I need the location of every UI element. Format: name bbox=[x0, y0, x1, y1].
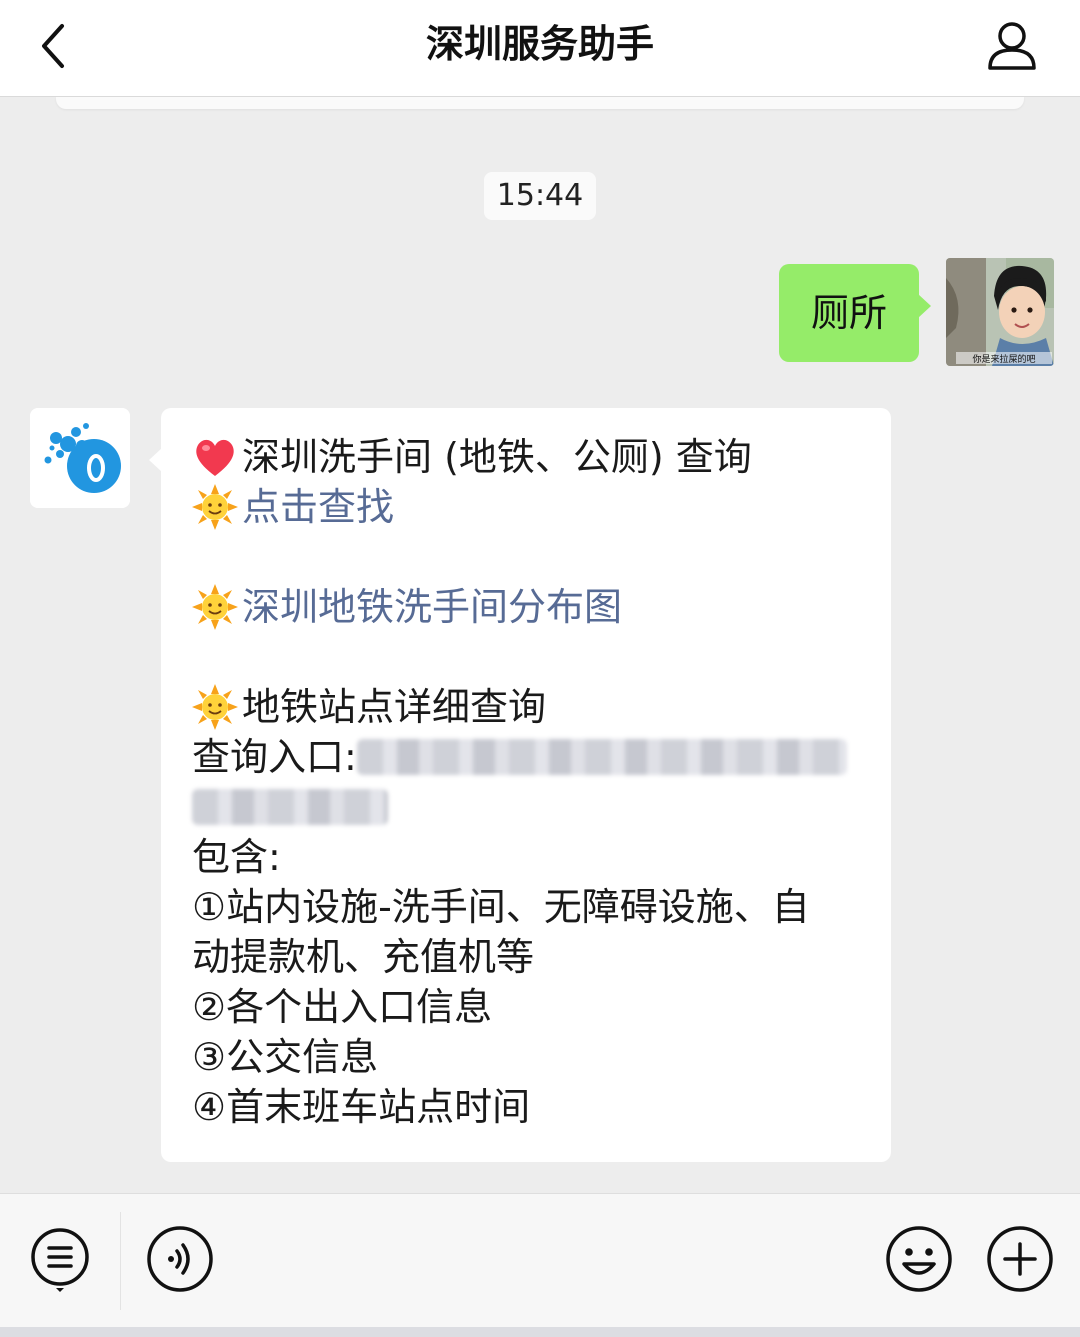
pinned-strip bbox=[56, 97, 1024, 109]
redacted-link[interactable] bbox=[192, 789, 388, 825]
entry-row: 查询入口: bbox=[192, 732, 872, 782]
user-avatar[interactable]: 你是来拉屎的吧 bbox=[946, 258, 1054, 366]
bubble-tail bbox=[918, 294, 931, 318]
include-item: ③公交信息 bbox=[192, 1035, 379, 1079]
menu-button[interactable] bbox=[25, 1224, 95, 1294]
heading-text: 深圳洗手间 (地铁、公厕) 查询 bbox=[242, 435, 752, 479]
bubble-tail bbox=[149, 448, 162, 472]
search-toilet-link[interactable]: 点击查找 bbox=[242, 482, 394, 532]
include-item: ②各个出入口信息 bbox=[192, 985, 493, 1029]
entry-label: 查询入口: bbox=[192, 735, 357, 779]
emoji-button[interactable] bbox=[884, 1224, 954, 1294]
section-row: 地铁站点详细查询 bbox=[192, 682, 872, 732]
redacted-link[interactable] bbox=[356, 739, 847, 775]
bot-message-text: 深圳洗手间 (地铁、公厕) 查询 点击查找 深圳地铁洗手间分布图 地铁站点详细查… bbox=[192, 432, 872, 1132]
divider bbox=[120, 1212, 121, 1310]
bot-logo-icon bbox=[30, 408, 130, 508]
chat-area[interactable]: 15:44 厕所 你是来拉屎的吧 深圳洗手间 (地铁、公厕) 查询 点击查找 深… bbox=[0, 110, 1080, 1192]
emoji-icon bbox=[886, 1226, 952, 1292]
entry-row-continued bbox=[192, 782, 872, 832]
voice-icon bbox=[147, 1226, 213, 1292]
home-indicator-area bbox=[0, 1327, 1080, 1337]
include-item: ④首末班车站点时间 bbox=[192, 1085, 531, 1129]
message-heading: 深圳洗手间 (地铁、公厕) 查询 bbox=[192, 432, 872, 482]
section-title: 地铁站点详细查询 bbox=[242, 685, 547, 729]
heart-icon bbox=[196, 439, 234, 476]
metro-map-link[interactable]: 深圳地铁洗手间分布图 bbox=[242, 582, 622, 632]
avatar-photo: 你是来拉屎的吧 bbox=[946, 258, 1054, 366]
link-row: 深圳地铁洗手间分布图 bbox=[192, 582, 872, 632]
include-item: ①站内设施-洗手间、无障碍设施、自 bbox=[192, 885, 810, 929]
profile-button[interactable] bbox=[984, 18, 1040, 74]
person-icon bbox=[988, 22, 1036, 70]
link-row: 点击查找 bbox=[192, 482, 872, 532]
bot-message-bubble[interactable]: 深圳洗手间 (地铁、公厕) 查询 点击查找 深圳地铁洗手间分布图 地铁站点详细查… bbox=[149, 408, 891, 1162]
nav-bar: 深圳服务助手 bbox=[0, 0, 1080, 97]
chat-title: 深圳服务助手 bbox=[425, 22, 654, 66]
sun-icon bbox=[192, 584, 238, 630]
bot-avatar[interactable] bbox=[30, 408, 130, 508]
includes-label: 包含: bbox=[192, 835, 281, 879]
message-timestamp: 15:44 bbox=[484, 172, 596, 220]
menu-icon bbox=[31, 1228, 89, 1292]
sun-icon bbox=[192, 484, 238, 530]
avatar-caption: 你是来拉屎的吧 bbox=[972, 353, 1035, 365]
more-button[interactable] bbox=[985, 1224, 1055, 1294]
user-message-bubble[interactable]: 厕所 bbox=[779, 264, 931, 362]
include-item: 动提款机、充值机等 bbox=[192, 935, 535, 979]
user-message-text: 厕所 bbox=[810, 291, 887, 335]
input-toolbar bbox=[0, 1193, 1080, 1328]
voice-button[interactable] bbox=[145, 1224, 215, 1294]
sun-icon bbox=[192, 684, 238, 730]
plus-icon bbox=[987, 1226, 1053, 1292]
